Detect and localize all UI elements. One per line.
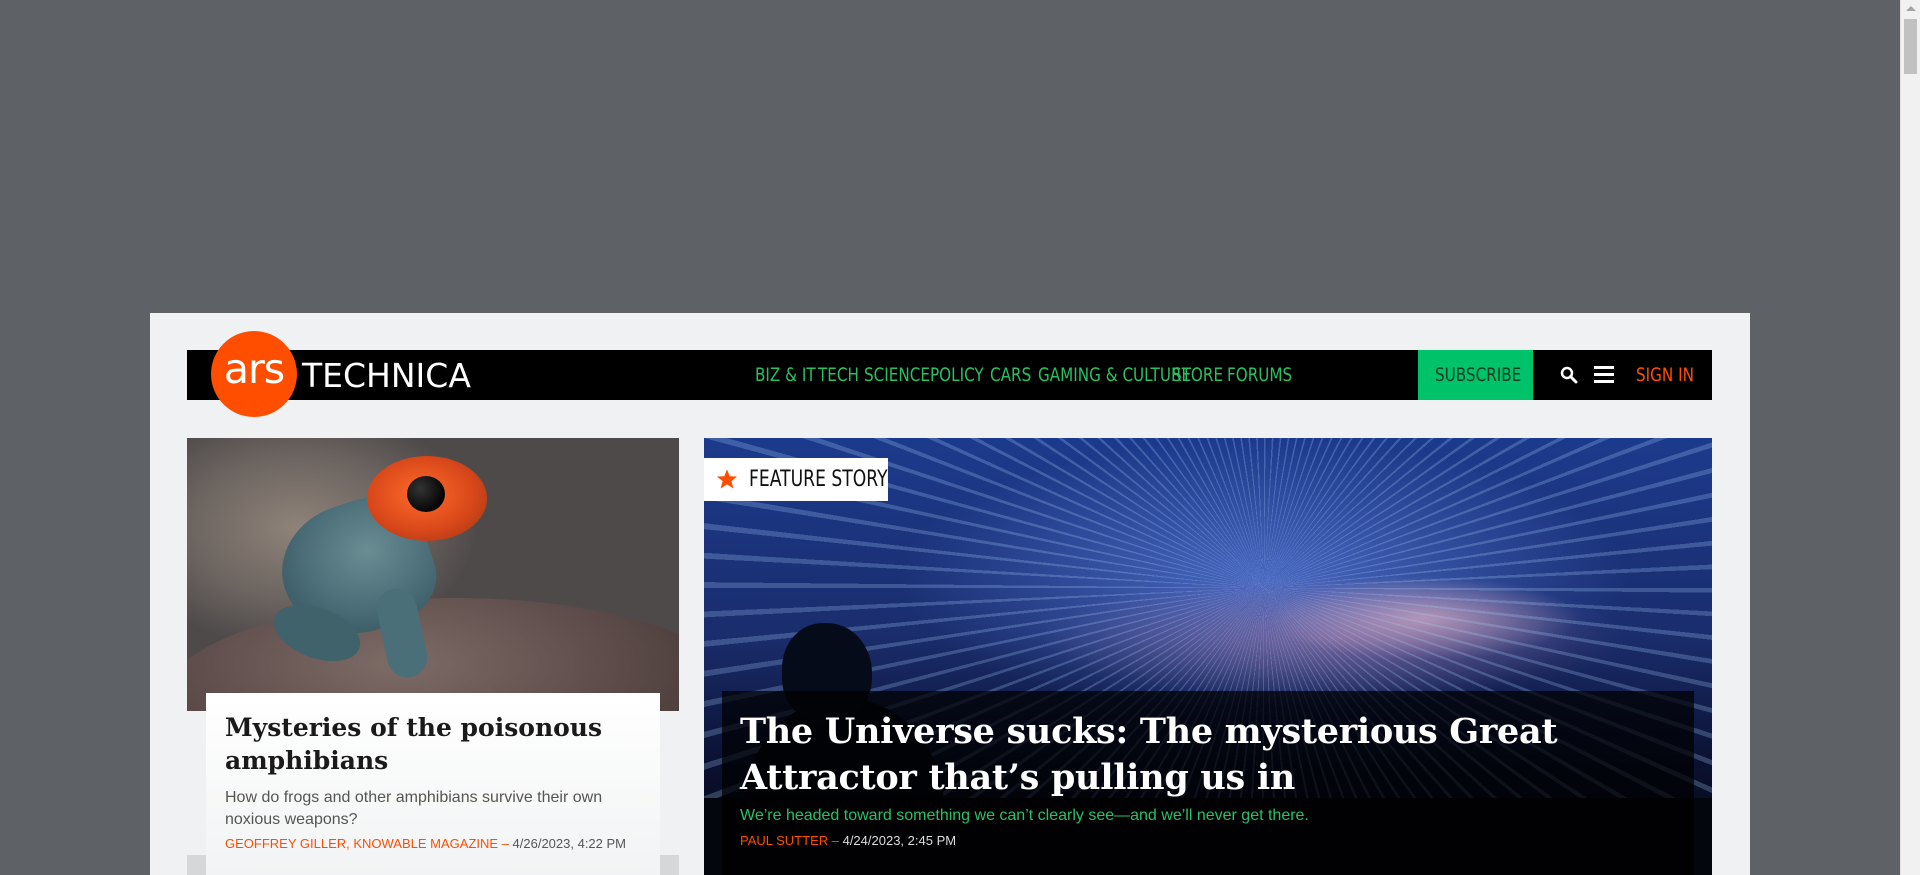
scroll-thumb[interactable] xyxy=(1904,19,1917,74)
left-story-timestamp: 4/26/2023, 4:22 PM xyxy=(512,836,627,851)
sign-in-link[interactable]: SIGN IN xyxy=(1636,350,1708,400)
site-logo[interactable]: ars xyxy=(211,331,297,417)
nav-cars[interactable]: CARS xyxy=(990,350,1042,400)
feature-story-card[interactable]: FEATURE STORY The Universe sucks: The my… xyxy=(704,438,1712,875)
feature-story-description: We’re headed toward something we can’t c… xyxy=(740,807,1309,824)
feature-story-byline: PAUL SUTTER – 4/24/2023, 2:45 PM xyxy=(740,833,957,848)
feature-badge-label: FEATURE STORY xyxy=(749,467,888,492)
feature-story-badge: FEATURE STORY xyxy=(704,458,888,501)
left-story-author[interactable]: GEOFFREY GILLER, KNOWABLE MAGAZINE xyxy=(225,836,498,851)
feature-story-title[interactable]: The Universe sucks: The mysterious Great… xyxy=(740,709,1676,801)
left-story-card[interactable]: Mysteries of the poisonous amphibians Ho… xyxy=(187,438,679,875)
nav-policy[interactable]: POLICY xyxy=(930,350,997,400)
scroll-up-arrow-icon[interactable] xyxy=(1901,0,1920,17)
left-story-title[interactable]: Mysteries of the poisonous amphibians xyxy=(225,711,641,777)
feature-story-text: The Universe sucks: The mysterious Great… xyxy=(722,691,1694,875)
page-scrollbar[interactable] xyxy=(1900,0,1920,875)
page-container: ars TECHNICA BIZ & IT TECH SCIENCE POLIC… xyxy=(150,313,1750,875)
left-story-description: How do frogs and other amphibians surviv… xyxy=(225,789,603,828)
nav-forums[interactable]: FORUMS xyxy=(1227,350,1308,400)
feature-story-timestamp: 4/24/2023, 2:45 PM xyxy=(842,833,957,848)
left-story-byline: GEOFFREY GILLER, KNOWABLE MAGAZINE – 4/2… xyxy=(225,836,627,851)
search-icon[interactable] xyxy=(1560,366,1578,384)
frog-story-image[interactable] xyxy=(187,438,679,711)
left-story-text: Mysteries of the poisonous amphibians Ho… xyxy=(206,693,660,875)
star-icon xyxy=(716,469,738,489)
nav-tech[interactable]: TECH xyxy=(818,350,869,400)
logo-ars-text: ars xyxy=(223,345,285,393)
logo-technica-text[interactable]: TECHNICA xyxy=(302,356,471,395)
hamburger-menu-icon[interactable] xyxy=(1594,366,1614,384)
feature-story-author[interactable]: PAUL SUTTER xyxy=(740,833,828,848)
site-header: ars TECHNICA BIZ & IT TECH SCIENCE POLIC… xyxy=(187,331,1712,417)
subscribe-button[interactable]: SUBSCRIBE xyxy=(1418,350,1533,400)
